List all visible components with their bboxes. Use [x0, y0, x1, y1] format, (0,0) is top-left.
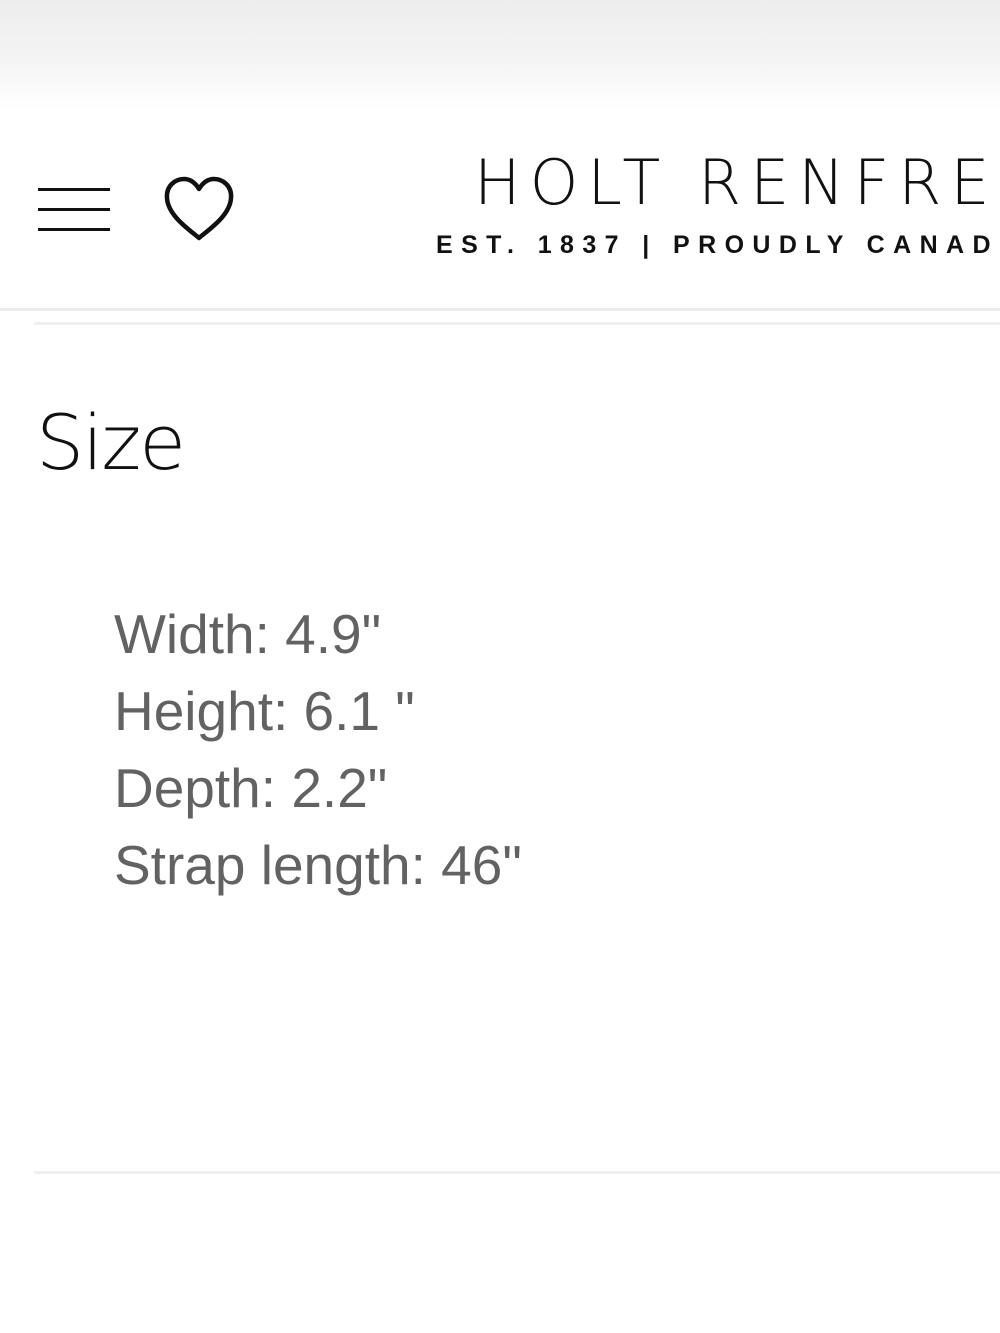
dimension-width: Width: 4.9": [114, 603, 382, 665]
brand-name: HOLT RENFREW: [474, 146, 1000, 219]
heart-icon[interactable]: [160, 174, 238, 246]
site-header: HOLT RENFREW EST. 1837 | PROUDLY CANADIA…: [0, 110, 1000, 311]
dimension-depth: Depth: 2.2": [114, 757, 388, 819]
brand-tagline: EST. 1837 | PROUDLY CANADIAN: [436, 231, 1000, 259]
brand-logo[interactable]: HOLT RENFREW EST. 1837 | PROUDLY CANADIA…: [436, 146, 1000, 260]
dimension-height: Height: 6.1 ": [114, 680, 415, 742]
section-divider-top: [34, 322, 1000, 325]
hamburger-menu-icon[interactable]: [36, 186, 112, 234]
section-divider-bottom: [34, 1171, 1000, 1174]
size-section-title: Size: [36, 398, 186, 487]
size-dimensions-list: Width: 4.9" Height: 6.1 " Depth: 2.2" St…: [114, 596, 522, 904]
dimension-strap-length: Strap length: 46": [114, 834, 522, 896]
browser-top-strip: [0, 0, 1000, 110]
